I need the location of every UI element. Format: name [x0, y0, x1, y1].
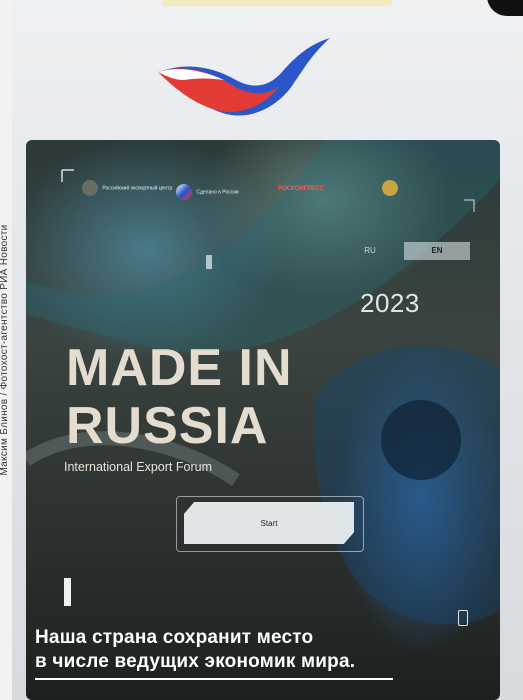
made-in-russia-logo-icon — [176, 184, 192, 200]
kiosk-frame: Российский экспортный центр Сделано в Ро… — [12, 0, 523, 700]
emblem-logo-icon — [382, 180, 398, 196]
caption-underline — [35, 678, 393, 680]
caption-line1: Наша страна сохранит место — [35, 627, 314, 648]
partner-logo-made-in-russia: Сделано в России — [176, 184, 239, 200]
corner-dark-shape — [487, 0, 523, 16]
top-light-panel — [162, 0, 392, 6]
phone-icon — [458, 610, 468, 626]
forum-year: 2023 — [360, 288, 420, 318]
rec-logo-icon — [82, 180, 98, 196]
side-marker — [64, 578, 71, 606]
caption-line2: в числе ведущих экономик мира. — [35, 651, 356, 672]
language-ru-button[interactable]: RU — [356, 242, 384, 260]
made-in-russia-bird-logo-icon — [158, 38, 330, 116]
partner-logo-emblem — [382, 180, 401, 196]
forum-title-line1: MADE IN — [66, 339, 293, 397]
start-button[interactable]: Start — [184, 502, 354, 544]
photo-caption: Наша страна сохранит место в числе ведущ… — [35, 626, 355, 674]
language-en-button[interactable]: EN — [404, 242, 470, 260]
photo-credit-strip: Максим Блинов / Фотохост-агентство РИА Н… — [0, 0, 12, 700]
partner-logo-roscongress: РОСКОНГРЕСС — [278, 186, 324, 192]
partner-logo-rec: Российский экспортный центр — [82, 180, 172, 196]
forum-title-line2: RUSSIA — [66, 397, 269, 455]
forum-subtitle: International Export Forum — [64, 460, 212, 474]
kiosk-screen[interactable]: Российский экспортный центр Сделано в Ро… — [26, 140, 500, 700]
photo-credit: Максим Блинов / Фотохост-агентство РИА Н… — [0, 224, 10, 476]
roscongress-logo-icon: РОСКОНГРЕСС — [278, 186, 324, 192]
